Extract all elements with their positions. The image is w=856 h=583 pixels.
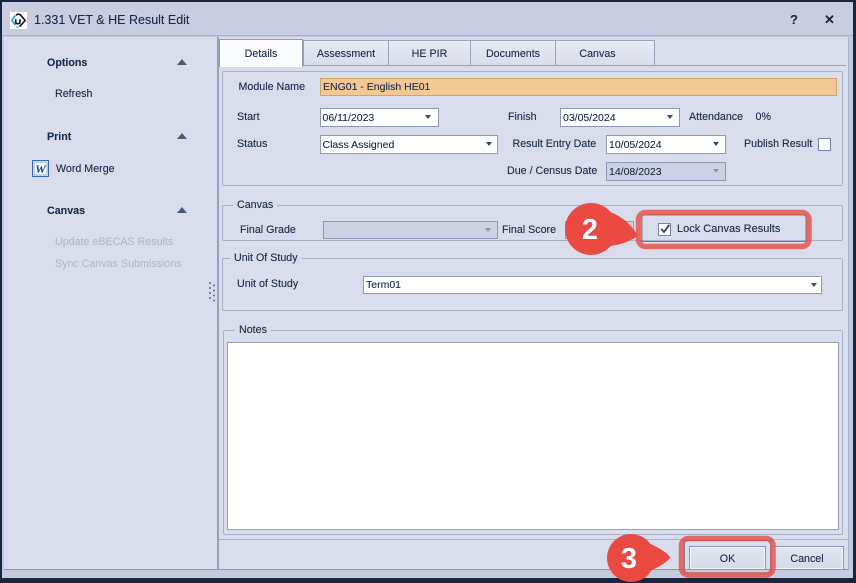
svg-text:W: W: [35, 162, 47, 176]
